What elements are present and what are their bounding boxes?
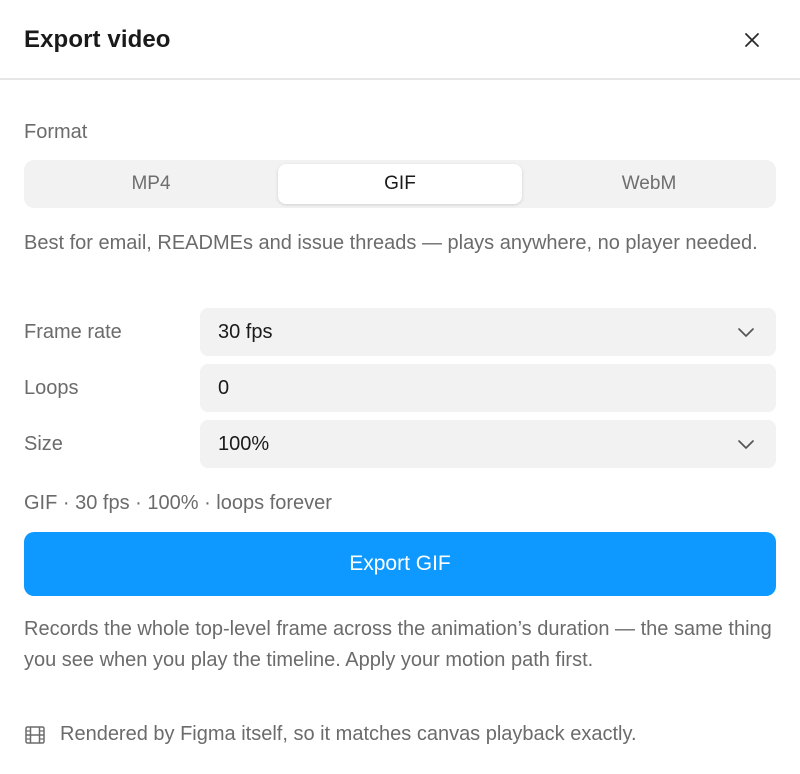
frame-rate-value: 30 fps: [218, 320, 273, 343]
format-option-webm[interactable]: WebM: [526, 164, 772, 204]
loops-field[interactable]: [200, 364, 776, 412]
dialog-header: Export video: [0, 0, 800, 80]
frame-rate-select[interactable]: 30 fps: [200, 308, 776, 356]
size-label: Size: [24, 433, 63, 455]
footer-note: Rendered by Figma itself, so it matches …: [24, 723, 637, 746]
close-button[interactable]: [736, 24, 768, 56]
format-option-mp4[interactable]: MP4: [28, 164, 274, 204]
loops-input[interactable]: [218, 376, 718, 400]
loops-label: Loops: [24, 377, 79, 399]
frame-rate-label: Frame rate: [24, 321, 122, 343]
format-option-gif[interactable]: GIF: [278, 164, 522, 204]
film-icon: [25, 725, 45, 744]
dialog-title: Export video: [24, 26, 171, 53]
export-note: Records the whole top-level frame across…: [24, 618, 772, 671]
size-select[interactable]: 100%: [200, 420, 776, 468]
chevron-down-icon: [738, 440, 754, 449]
export-summary: GIF · 30 fps · 100% · loops forever: [24, 492, 332, 514]
close-icon: [745, 33, 759, 47]
chevron-down-icon: [738, 328, 754, 337]
format-label: Format: [24, 121, 88, 143]
format-description: Best for email, READMEs and issue thread…: [24, 232, 758, 254]
format-segmented-control: MP4 GIF WebM: [24, 160, 776, 208]
footer-text: Rendered by Figma itself, so it matches …: [60, 723, 637, 745]
export-gif-button[interactable]: Export GIF: [24, 532, 776, 596]
size-value: 100%: [218, 432, 270, 455]
